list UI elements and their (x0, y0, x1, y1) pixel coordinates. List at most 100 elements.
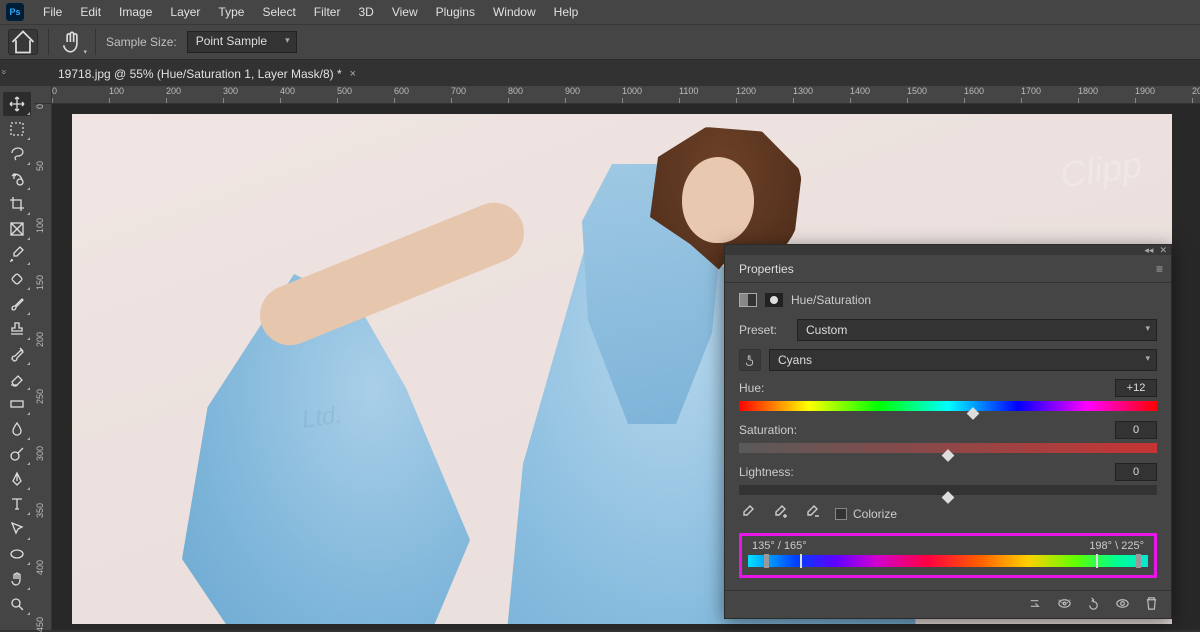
ruler-tick: 100 (35, 218, 45, 233)
hand-tool[interactable] (3, 567, 31, 591)
dodge-tool[interactable] (3, 442, 31, 466)
crop-tool[interactable] (3, 192, 31, 216)
menu-type[interactable]: Type (209, 1, 253, 23)
hand-icon (59, 29, 85, 55)
ruler-tick: 0 (52, 86, 57, 96)
menu-3d[interactable]: 3D (349, 1, 382, 23)
close-icon[interactable]: ✕ (1159, 245, 1167, 256)
collapse-handle[interactable] (0, 60, 10, 84)
pen-tool[interactable] (3, 467, 31, 491)
sample-size-select[interactable]: Point Sample (187, 31, 297, 53)
lightness-label: Lightness: (739, 465, 794, 479)
zoom-tool[interactable] (3, 592, 31, 616)
colorize-checkbox[interactable]: Colorize (835, 507, 897, 521)
type-tool[interactable] (3, 492, 31, 516)
menu-view[interactable]: View (383, 1, 427, 23)
saturation-value-input[interactable]: 0 (1115, 421, 1157, 439)
panel-drag-bar[interactable]: ◂◂ ✕ (725, 245, 1171, 255)
reset-button[interactable] (1086, 596, 1101, 614)
saturation-label: Saturation: (739, 423, 797, 437)
eyedropper-tool[interactable] (3, 242, 31, 266)
current-tool-icon[interactable] (59, 29, 85, 55)
ruler-tick: 0 (35, 104, 45, 109)
vertical-ruler[interactable]: 050100150200250300350400450 (34, 104, 52, 630)
menu-plugins[interactable]: Plugins (427, 1, 484, 23)
view-previous-button[interactable] (1057, 596, 1072, 614)
preset-select[interactable]: Custom (797, 319, 1157, 341)
eraser-tool[interactable] (3, 367, 31, 391)
blur-tool[interactable] (3, 417, 31, 441)
delete-button[interactable] (1144, 596, 1159, 614)
lightness-value-input[interactable]: 0 (1115, 463, 1157, 481)
menu-window[interactable]: Window (484, 1, 545, 23)
panel-menu-icon[interactable]: ≡ (1156, 262, 1171, 276)
collapse-icon[interactable]: ◂◂ (1144, 245, 1153, 256)
menu-bar: Ps File Edit Image Layer Type Select Fil… (0, 0, 1200, 24)
menu-select[interactable]: Select (253, 1, 304, 23)
eyedropper-set[interactable] (739, 505, 757, 523)
workspace: 0100200300400500600700800900100011001200… (34, 86, 1200, 630)
eyedropper-add[interactable] (771, 505, 789, 523)
menu-image[interactable]: Image (110, 1, 161, 23)
ruler-tick: 1200 (736, 86, 756, 96)
horizontal-ruler[interactable]: 0100200300400500600700800900100011001200… (52, 86, 1200, 104)
history-brush-tool[interactable] (3, 342, 31, 366)
menu-layer[interactable]: Layer (161, 1, 209, 23)
ruler-tick: 350 (35, 503, 45, 518)
brush-tool[interactable] (3, 292, 31, 316)
clip-to-layer-button[interactable] (1028, 596, 1043, 614)
close-icon[interactable]: × (350, 68, 356, 80)
stamp-tool[interactable] (3, 317, 31, 341)
ruler-tick: 400 (35, 560, 45, 575)
channel-select[interactable]: Cyans (769, 349, 1157, 371)
ruler-tick: 1000 (622, 86, 642, 96)
hand-point-icon (743, 353, 757, 367)
eyedropper-subtract[interactable] (803, 505, 821, 523)
ruler-origin[interactable] (34, 86, 52, 104)
ruler-tick: 50 (35, 161, 45, 171)
hue-slider[interactable] (739, 401, 1157, 411)
document-tab[interactable]: 19718.jpg @ 55% (Hue/Saturation 1, Layer… (48, 61, 366, 86)
menu-file[interactable]: File (34, 1, 71, 23)
tab-properties[interactable]: Properties (729, 256, 804, 282)
marquee-tool[interactable] (3, 117, 31, 141)
toggle-visibility-button[interactable] (1115, 596, 1130, 614)
color-range-highlight: 135° / 165° 198° \ 225° (739, 533, 1157, 578)
ruler-tick: 800 (508, 86, 523, 96)
lightness-slider[interactable] (739, 485, 1157, 495)
lasso-tool[interactable] (3, 142, 31, 166)
healing-tool[interactable] (3, 267, 31, 291)
gradient-tool[interactable] (3, 392, 31, 416)
frame-tool[interactable] (3, 217, 31, 241)
ruler-tick: 100 (109, 86, 124, 96)
saturation-slider[interactable] (739, 443, 1157, 453)
ruler-tick: 200 (35, 332, 45, 347)
targeted-adjust-button[interactable] (739, 349, 761, 371)
watermark: Ltd. (300, 401, 344, 434)
document-tab-row: 19718.jpg @ 55% (Hue/Saturation 1, Layer… (0, 60, 1200, 86)
menu-filter[interactable]: Filter (305, 1, 350, 23)
color-range-slider[interactable] (748, 555, 1148, 567)
options-bar: Sample Size: Point Sample (0, 24, 1200, 60)
mask-icon (765, 293, 783, 307)
quick-select-tool[interactable] (3, 167, 31, 191)
adjustment-title: Hue/Saturation (791, 293, 871, 307)
app-logo: Ps (6, 3, 24, 21)
ruler-tick: 400 (280, 86, 295, 96)
ruler-tick: 150 (35, 275, 45, 290)
move-tool[interactable] (3, 92, 31, 116)
ruler-tick: 700 (451, 86, 466, 96)
home-button[interactable] (8, 29, 38, 55)
menu-help[interactable]: Help (545, 1, 588, 23)
ruler-tick: 1400 (850, 86, 870, 96)
ruler-tick: 300 (35, 446, 45, 461)
shape-tool[interactable] (3, 542, 31, 566)
path-select-tool[interactable] (3, 517, 31, 541)
menu-edit[interactable]: Edit (71, 1, 110, 23)
hue-label: Hue: (739, 381, 764, 395)
ruler-tick: 900 (565, 86, 580, 96)
home-icon (9, 28, 37, 56)
ruler-tick: 1800 (1078, 86, 1098, 96)
hue-value-input[interactable]: +12 (1115, 379, 1157, 397)
watermark: Clipp (1057, 143, 1144, 196)
